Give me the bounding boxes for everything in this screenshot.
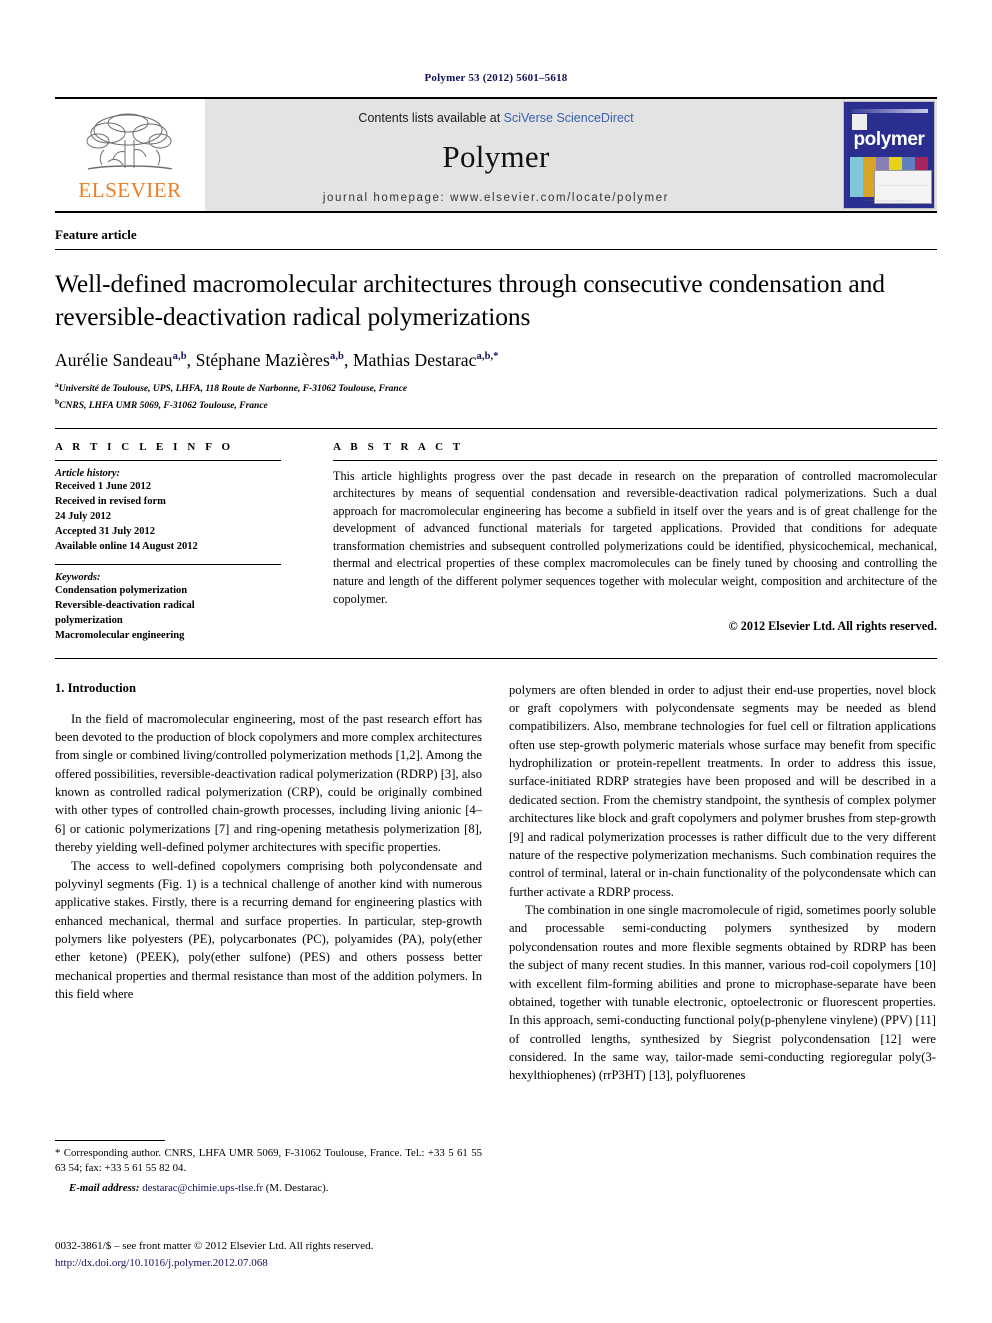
affiliation-item: aUniversité de Toulouse, UPS, LHFA, 118 … bbox=[55, 380, 937, 397]
history-item: Available online 14 August 2012 bbox=[55, 541, 198, 553]
email-link[interactable]: destarac@chimie.ups-tlse.fr bbox=[142, 1182, 263, 1194]
cover-gradient-bar bbox=[852, 109, 928, 113]
journal-homepage-link[interactable]: journal homepage: www.elsevier.com/locat… bbox=[323, 192, 669, 204]
author-affiliation-mark: a,b bbox=[172, 351, 187, 363]
keywords-divider bbox=[55, 563, 281, 565]
affiliation-item: bCNRS, LHFA UMR 5069, F-31062 Toulouse, … bbox=[55, 397, 937, 414]
cover-title-text: polymer bbox=[853, 129, 925, 150]
cover-publisher-mark bbox=[852, 114, 867, 130]
keyword-item: polymerization bbox=[55, 615, 123, 627]
section-heading-introduction: 1. Introduction bbox=[55, 680, 136, 695]
affiliation-text: CNRS, LHFA UMR 5069, F-31062 Toulouse, F… bbox=[59, 401, 268, 412]
abstract-heading: A B S T R A C T bbox=[333, 440, 464, 453]
imprint-block: 0032-3861/$ – see front matter © 2012 El… bbox=[55, 1238, 515, 1271]
info-abstract-band: A R T I C L E I N F O Article history: R… bbox=[55, 427, 937, 659]
author-affiliation-mark: a,b bbox=[329, 351, 344, 363]
publisher-logo-block: ELSEVIER bbox=[55, 99, 205, 211]
cover-inset-chart-lines bbox=[878, 174, 928, 200]
keywords-heading: Keywords: bbox=[55, 571, 101, 583]
author-entry: Mathias Destaraca,b,* bbox=[353, 350, 499, 370]
abstract-panel: A B S T R A C T This article highlights … bbox=[307, 441, 937, 644]
elsevier-tree-icon: ELSEVIER bbox=[74, 110, 186, 201]
author-separator: , bbox=[186, 350, 196, 371]
article-body: 1. Introduction In the field of macromol… bbox=[55, 681, 937, 1085]
journal-cover-block: polymer · · · · · SciVerse ScienceDirect bbox=[787, 99, 937, 211]
body-column-left: 1. Introduction In the field of macromol… bbox=[55, 681, 482, 1085]
affiliation-text: Université de Toulouse, UPS, LHFA, 118 R… bbox=[58, 384, 408, 395]
author-separator: , bbox=[343, 350, 353, 371]
footnote-divider bbox=[55, 1140, 165, 1141]
keyword-item: Condensation polymerization bbox=[55, 584, 188, 596]
copyright-line: © 2012 Elsevier Ltd. All rights reserved… bbox=[728, 619, 937, 634]
paragraph: The combination in one single macromolec… bbox=[509, 903, 936, 1083]
issn-copyright-line: 0032-3861/$ – see front matter © 2012 El… bbox=[55, 1240, 374, 1252]
keyword-item: Macromolecular engineering bbox=[55, 630, 185, 642]
article-info-panel: A R T I C L E I N F O Article history: R… bbox=[55, 441, 307, 644]
article-history-heading: Article history: bbox=[55, 467, 121, 479]
footnote-zone: * Corresponding author. CNRS, LHFA UMR 5… bbox=[55, 1140, 482, 1194]
history-item: Accepted 31 July 2012 bbox=[55, 526, 156, 538]
journal-cover-thumbnail: polymer · · · · · SciVerse ScienceDirect bbox=[843, 101, 935, 209]
author-name: Stéphane Mazières bbox=[195, 350, 330, 371]
keywords-list: Condensation polymerization Reversible-d… bbox=[55, 583, 281, 644]
email-label: E-mail address: bbox=[69, 1182, 140, 1195]
author-entry: Stéphane Mazièresa,b, bbox=[196, 350, 353, 370]
author-name: Mathias Destarac bbox=[352, 350, 477, 371]
page-title: Well-defined macromolecular architecture… bbox=[55, 269, 885, 331]
author-affiliation-mark: a,b,* bbox=[476, 351, 499, 363]
body-column-right: polymers are often blended in order to a… bbox=[509, 681, 936, 1085]
author-name: Aurélie Sandeau bbox=[55, 350, 173, 371]
journal-title: Polymer bbox=[442, 138, 550, 174]
contents-available-line: Contents lists available at SciVerse Sci… bbox=[358, 111, 633, 125]
header-divider bbox=[55, 249, 937, 250]
paragraph: In the field of macromolecular engineeri… bbox=[55, 711, 482, 855]
abstract-divider bbox=[333, 459, 937, 461]
paragraph: polymers are often blended in order to a… bbox=[509, 682, 936, 899]
doi-link[interactable]: http://dx.doi.org/10.1016/j.polymer.2012… bbox=[55, 1255, 515, 1272]
corresponding-author-note: * Corresponding author. CNRS, LHFA UMR 5… bbox=[55, 1147, 482, 1175]
email-note: E-mail address: destarac@chimie.ups-tlse… bbox=[55, 1182, 482, 1194]
journal-masthead: ELSEVIER Contents lists available at Sci… bbox=[55, 97, 937, 213]
elsevier-wordmark: ELSEVIER bbox=[78, 177, 182, 202]
paragraph: The access to well-defined copolymers co… bbox=[55, 858, 482, 1002]
elsevier-tree-glyph bbox=[86, 113, 173, 170]
author-list: Aurélie Sandeaua,b, Stéphane Mazièresa,b… bbox=[55, 350, 937, 371]
elsevier-ground-line bbox=[87, 164, 173, 170]
masthead-center: Contents lists available at SciVerse Sci… bbox=[205, 99, 787, 211]
running-head: Polymer 53 (2012) 5601–5618 bbox=[424, 72, 568, 84]
cover-tile-1 bbox=[850, 157, 863, 197]
history-item: Received 1 June 2012 bbox=[55, 480, 151, 492]
cover-footer-text: · · · · · SciVerse ScienceDirect bbox=[865, 198, 913, 203]
article-info-heading: A R T I C L E I N F O bbox=[55, 440, 234, 453]
article-kind-label: Feature article bbox=[55, 227, 137, 242]
history-item: 24 July 2012 bbox=[55, 511, 112, 523]
article-info-divider bbox=[55, 459, 281, 461]
email-owner: (M. Destarac). bbox=[263, 1182, 329, 1195]
journal-article-page: Polymer 53 (2012) 5601–5618 ELSEVIER Con… bbox=[0, 0, 992, 1323]
keyword-item: Reversible-deactivation radical bbox=[55, 599, 195, 611]
contents-prefix-text: Contents lists available at bbox=[358, 110, 504, 125]
sciencedirect-link[interactable]: SciVerse ScienceDirect bbox=[504, 111, 634, 125]
abstract-text: This article highlights progress over th… bbox=[333, 468, 937, 606]
author-entry: Aurélie Sandeaua,b, bbox=[55, 350, 196, 370]
article-history-list: Received 1 June 2012 Received in revised… bbox=[55, 479, 281, 555]
history-item: Received in revised form bbox=[55, 495, 166, 507]
affiliation-list: aUniversité de Toulouse, UPS, LHFA, 118 … bbox=[55, 380, 937, 413]
